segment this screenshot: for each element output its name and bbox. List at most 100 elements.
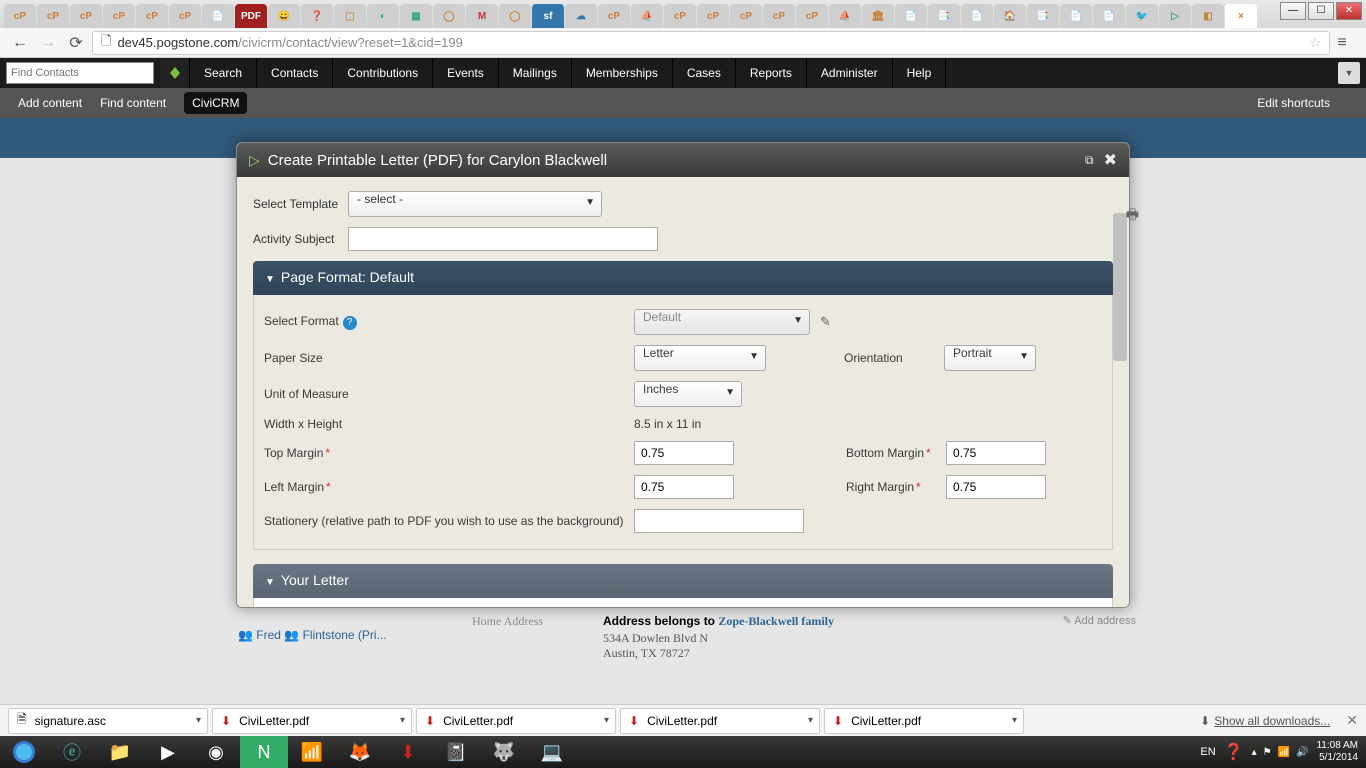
browser-tab[interactable]: ⬚	[334, 4, 366, 28]
chrome-icon[interactable]: ◉	[192, 736, 240, 768]
browser-tab[interactable]: cP	[136, 4, 168, 28]
bookmark-star-icon[interactable]: ☆	[1309, 35, 1321, 51]
window-close-button[interactable]: ✕	[1336, 2, 1362, 20]
forward-button[interactable]: →	[36, 31, 60, 55]
paper-size-dropdown[interactable]: Letter	[634, 345, 766, 371]
print-icon[interactable]: 🖶	[1126, 204, 1139, 228]
volume-tray-icon[interactable]: 🔊	[1296, 747, 1308, 758]
nav-administer[interactable]: Administer	[807, 58, 893, 88]
browser-tab[interactable]: ❓	[301, 4, 333, 28]
nav-contributions[interactable]: Contributions	[333, 58, 433, 88]
browser-tab[interactable]: cP	[598, 4, 630, 28]
flag-tray-icon[interactable]: ⚑	[1263, 747, 1272, 758]
browser-tab[interactable]: sf	[532, 4, 564, 28]
browser-tab[interactable]: cP	[763, 4, 795, 28]
browser-tab[interactable]: 📑	[928, 4, 960, 28]
nav-help[interactable]: Help	[893, 58, 947, 88]
browser-tab[interactable]: PDF	[235, 4, 267, 28]
media-player-icon[interactable]: ▶	[144, 736, 192, 768]
download-item[interactable]: ⬇CiviLetter.pdf	[212, 708, 412, 734]
back-button[interactable]: ←	[8, 31, 32, 55]
adobe-icon[interactable]: ⬇	[384, 736, 432, 768]
window-minimize-button[interactable]: —	[1280, 2, 1306, 20]
scrollbar-thumb[interactable]	[1113, 213, 1127, 361]
browser-tab[interactable]: 📄	[1093, 4, 1125, 28]
nav-reports[interactable]: Reports	[736, 58, 807, 88]
browser-tab[interactable]: M	[466, 4, 498, 28]
browser-tab[interactable]: 🐦	[1126, 4, 1158, 28]
civicrm-shortcut[interactable]: CiviCRM	[184, 92, 247, 114]
nav-search[interactable]: Search	[190, 58, 257, 88]
gimp-icon[interactable]: 🐺	[480, 736, 528, 768]
modal-close-icon[interactable]: ✖	[1104, 150, 1117, 170]
nav-toggle-button[interactable]: ▼	[1338, 62, 1360, 84]
browser-tab[interactable]: cP	[730, 4, 762, 28]
window-maximize-button[interactable]: ☐	[1308, 2, 1334, 20]
top-margin-input[interactable]	[634, 441, 734, 465]
select-template-dropdown[interactable]: - select -	[348, 191, 602, 217]
address-bar[interactable]: 🗋 dev45.pogstone.com/civicrm/contact/vie…	[92, 31, 1330, 55]
nav-cases[interactable]: Cases	[673, 58, 736, 88]
relationship-list-item[interactable]: 👥 Fred 👥 Flintstone (Pri...	[238, 628, 387, 642]
browser-tab[interactable]: ◐	[367, 4, 399, 28]
browser-tab[interactable]: cP	[37, 4, 69, 28]
reload-button[interactable]: ⟳	[64, 31, 88, 55]
browser-tab[interactable]: ☁	[565, 4, 597, 28]
close-downloads-bar-button[interactable]: ✕	[1346, 712, 1358, 729]
find-contacts-input[interactable]	[6, 62, 154, 84]
browser-tab[interactable]: ◯	[499, 4, 531, 28]
browser-tab-active[interactable]: ×	[1225, 4, 1257, 28]
download-item[interactable]: ⬇CiviLetter.pdf	[620, 708, 820, 734]
browser-tab[interactable]: 📄	[1060, 4, 1092, 28]
unit-of-measure-dropdown[interactable]: Inches	[634, 381, 742, 407]
browser-tab[interactable]: 📑	[1027, 4, 1059, 28]
help-icon[interactable]: ?	[343, 316, 357, 330]
activity-subject-input[interactable]	[348, 227, 658, 251]
nav-events[interactable]: Events	[433, 58, 499, 88]
edit-format-icon[interactable]: ✎	[820, 314, 831, 330]
nav-contacts[interactable]: Contacts	[257, 58, 333, 88]
browser-tab[interactable]: cP	[103, 4, 135, 28]
browser-tab[interactable]: ◯	[433, 4, 465, 28]
chrome-menu-button[interactable]: ≡	[1330, 31, 1354, 55]
browser-tab[interactable]: 😀	[268, 4, 300, 28]
start-button[interactable]	[0, 736, 48, 768]
browser-tab[interactable]: cP	[169, 4, 201, 28]
browser-tab[interactable]: 📄	[202, 4, 234, 28]
browser-tab[interactable]: ◧	[1192, 4, 1224, 28]
app-icon[interactable]: N	[240, 736, 288, 768]
browser-tab[interactable]: 🏛	[862, 4, 894, 28]
add-content-link[interactable]: Add content	[18, 96, 82, 110]
browser-tab[interactable]: cP	[796, 4, 828, 28]
modal-expand-icon[interactable]: ⧉	[1085, 153, 1094, 168]
right-margin-input[interactable]	[946, 475, 1046, 499]
bottom-margin-input[interactable]	[946, 441, 1046, 465]
browser-tab[interactable]: ⛵	[829, 4, 861, 28]
stationery-input[interactable]	[634, 509, 804, 533]
clock[interactable]: 11:08 AM 5/1/2014	[1316, 740, 1358, 764]
browser-tab[interactable]: ▷	[1159, 4, 1191, 28]
ie-icon[interactable]: ⓔ	[48, 736, 96, 768]
browser-tab[interactable]: 📄	[895, 4, 927, 28]
select-format-dropdown[interactable]: Default	[634, 309, 810, 335]
download-item[interactable]: ⬇CiviLetter.pdf	[824, 708, 1024, 734]
left-margin-input[interactable]	[634, 475, 734, 499]
address-owner-link[interactable]: Zope-Blackwell family	[718, 614, 834, 628]
show-all-downloads-link[interactable]: Show all downloads...	[1214, 714, 1330, 728]
download-item[interactable]: 🗎signature.asc	[8, 708, 208, 734]
network-icon[interactable]: 📶	[288, 736, 336, 768]
language-indicator[interactable]: EN	[1200, 746, 1215, 758]
page-format-accordion-header[interactable]: ▼Page Format: Default	[253, 261, 1113, 295]
nav-memberships[interactable]: Memberships	[572, 58, 673, 88]
tray-expand-icon[interactable]: ▴	[1252, 747, 1257, 758]
browser-tab[interactable]: 📄	[961, 4, 993, 28]
find-content-link[interactable]: Find content	[100, 96, 166, 110]
putty-icon[interactable]: 💻	[528, 736, 576, 768]
browser-tab[interactable]: cP	[664, 4, 696, 28]
browser-tab[interactable]: ▦	[400, 4, 432, 28]
wifi-tray-icon[interactable]: 📶	[1278, 747, 1290, 758]
firefox-icon[interactable]: 🦊	[336, 736, 384, 768]
notepad-icon[interactable]: 📓	[432, 736, 480, 768]
orientation-dropdown[interactable]: Portrait	[944, 345, 1036, 371]
download-item[interactable]: ⬇CiviLetter.pdf	[416, 708, 616, 734]
